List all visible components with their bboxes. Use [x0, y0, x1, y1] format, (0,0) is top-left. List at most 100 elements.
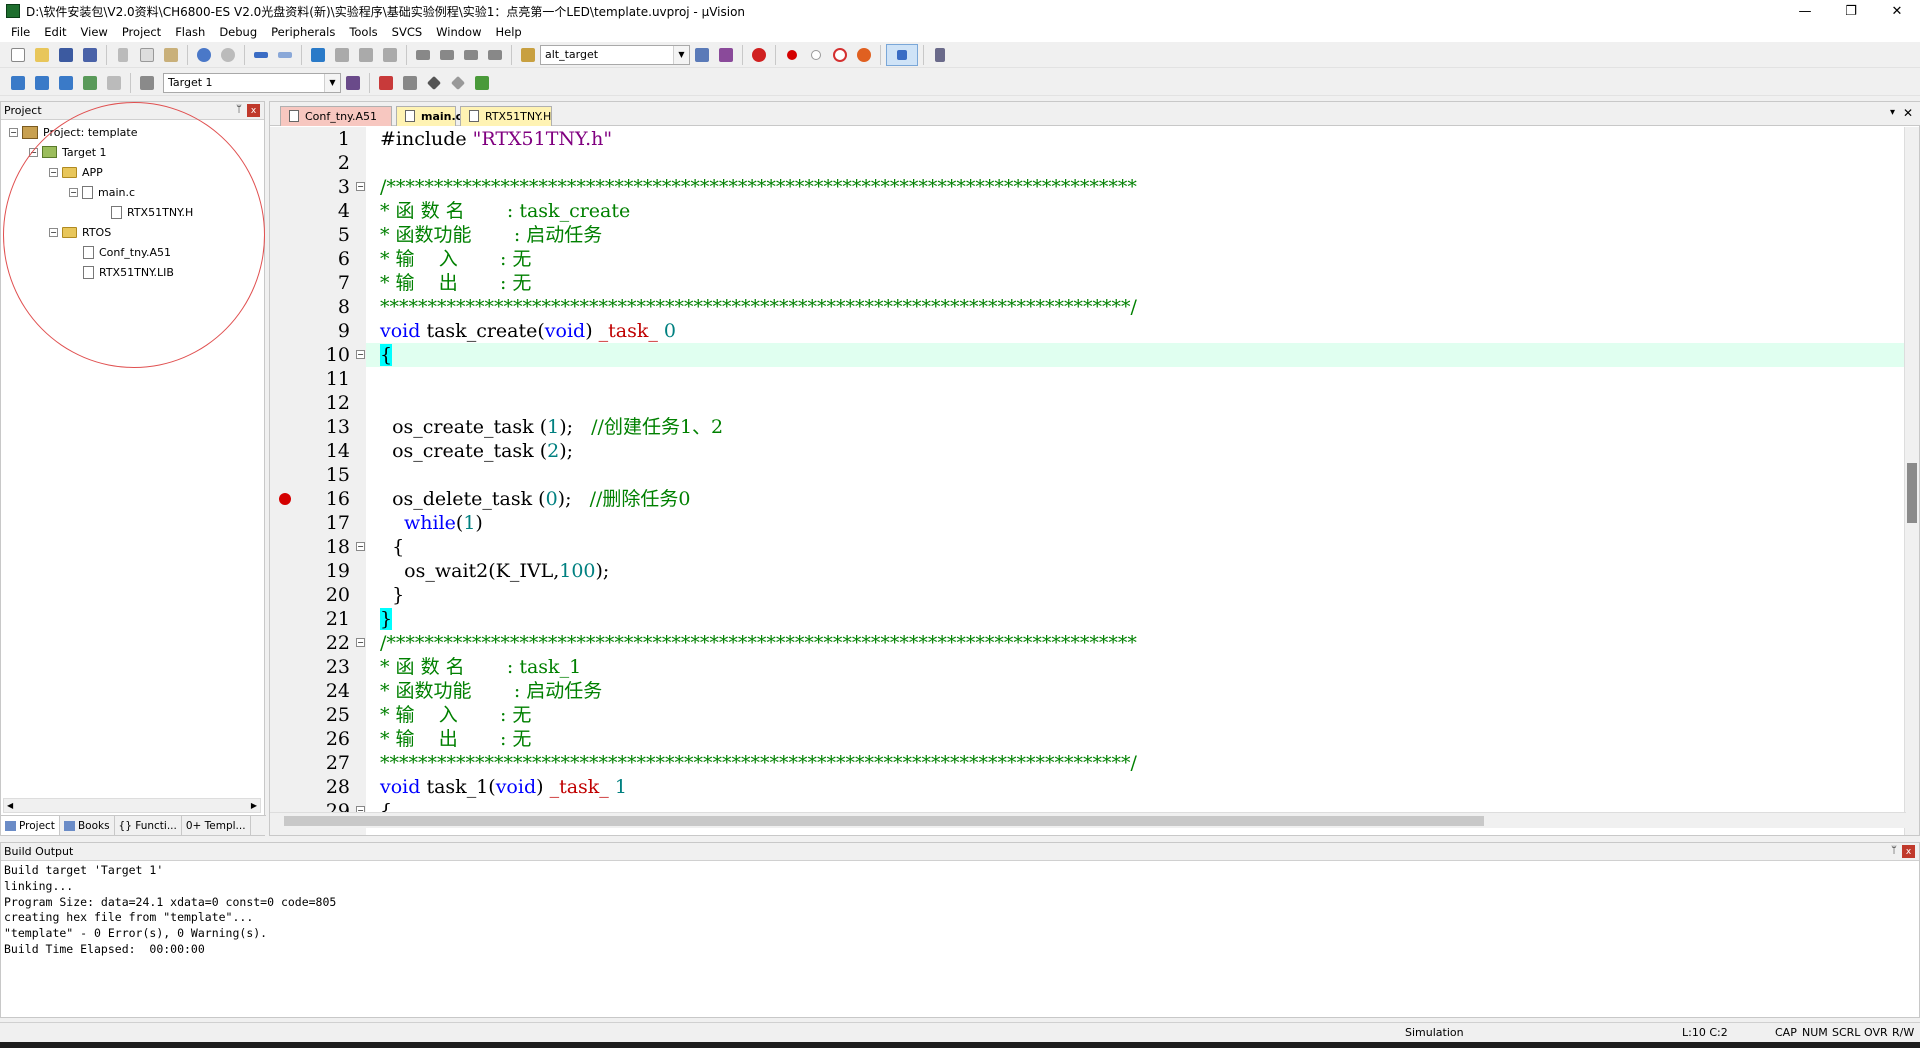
- batch-build-button[interactable]: [79, 72, 101, 94]
- stop-build-button[interactable]: [103, 72, 125, 94]
- incremental-find-button[interactable]: [715, 44, 737, 66]
- unindent-button[interactable]: [436, 44, 458, 66]
- minimize-button[interactable]: —: [1782, 0, 1828, 22]
- editor-vscrollbar[interactable]: [1904, 127, 1919, 835]
- project-icon: [22, 125, 38, 139]
- close-icon[interactable]: x: [247, 104, 260, 117]
- project-hscrollbar[interactable]: ◀ ▶: [3, 798, 261, 813]
- fold-toggle-icon[interactable]: −: [356, 638, 365, 647]
- chevron-down-icon[interactable]: ▼: [324, 73, 340, 92]
- menu-view[interactable]: View: [74, 25, 115, 39]
- paste-button[interactable]: [160, 44, 182, 66]
- bookmark-next-button[interactable]: [355, 44, 377, 66]
- scroll-thumb[interactable]: [284, 816, 1484, 826]
- tab-books[interactable]: Books: [60, 816, 115, 835]
- tab-templates[interactable]: 0+ Templ...: [182, 816, 251, 835]
- manage-project-items-button[interactable]: [375, 72, 397, 94]
- close-button[interactable]: ✕: [1874, 0, 1920, 22]
- menu-help[interactable]: Help: [489, 25, 529, 39]
- fold-toggle-icon[interactable]: −: [356, 182, 365, 191]
- nav-forward-button[interactable]: [274, 44, 296, 66]
- menu-edit[interactable]: Edit: [37, 25, 73, 39]
- bookmark-button[interactable]: [307, 44, 329, 66]
- close-tab-icon[interactable]: ✕: [1903, 106, 1913, 120]
- scroll-left-icon[interactable]: ◀: [7, 801, 13, 810]
- find-in-files-button[interactable]: [517, 44, 539, 66]
- rebuild-button[interactable]: [55, 72, 77, 94]
- comment-button[interactable]: [460, 44, 482, 66]
- menu-flash[interactable]: Flash: [168, 25, 212, 39]
- indent-button[interactable]: [412, 44, 434, 66]
- close-icon[interactable]: x: [1902, 845, 1915, 858]
- pin-icon[interactable]: ᛘ: [236, 104, 242, 115]
- code-line: * 函数功能 : 启动任务: [380, 224, 603, 246]
- fold-toggle-icon[interactable]: −: [356, 350, 365, 359]
- file-extensions-button[interactable]: [399, 72, 421, 94]
- disable-breakpoints-button[interactable]: [829, 44, 851, 66]
- menu-tools[interactable]: Tools: [342, 25, 384, 39]
- collapse-icon[interactable]: −: [9, 127, 18, 137]
- new-file-button[interactable]: [7, 44, 29, 66]
- menu-debug[interactable]: Debug: [212, 25, 264, 39]
- open-button[interactable]: [31, 44, 53, 66]
- line-number: 5: [337, 224, 350, 246]
- uncomment-button[interactable]: [484, 44, 506, 66]
- download-button[interactable]: [136, 72, 158, 94]
- nav-back-button[interactable]: [250, 44, 272, 66]
- scroll-right-icon[interactable]: ▶: [251, 801, 257, 810]
- build-button[interactable]: [31, 72, 53, 94]
- code-line: #include "RTX51TNY.h": [366, 127, 1906, 151]
- code-area[interactable]: #include "RTX51TNY.h" /*****************…: [366, 127, 1906, 812]
- window-layout-button[interactable]: [886, 43, 918, 66]
- line-number: 9: [337, 320, 350, 342]
- menu-file[interactable]: File: [4, 25, 37, 39]
- save-button[interactable]: [55, 44, 77, 66]
- bookmark-prev-button[interactable]: [331, 44, 353, 66]
- tab-list-dropdown-icon[interactable]: ▾: [1890, 107, 1895, 118]
- undo-button[interactable]: [193, 44, 215, 66]
- packs-icon: [426, 75, 442, 90]
- menu-svcs[interactable]: SVCS: [385, 25, 430, 39]
- copy-button[interactable]: [136, 44, 158, 66]
- debug-session-button[interactable]: [748, 44, 770, 66]
- target-combo[interactable]: Target 1 ▼: [163, 72, 341, 93]
- fold-toggle-icon[interactable]: −: [356, 542, 365, 551]
- tab-functions[interactable]: {} Functi...: [115, 816, 182, 835]
- find-button[interactable]: [691, 44, 713, 66]
- tab-label: {} Functi...: [118, 819, 177, 832]
- build-output-text[interactable]: Build target 'Target 1' linking... Progr…: [1, 861, 1919, 960]
- pin-icon[interactable]: ᛘ: [1891, 845, 1897, 856]
- bookmark-clear-button[interactable]: [379, 44, 401, 66]
- enable-breakpoint-button[interactable]: [805, 44, 827, 66]
- insert-breakpoint-button[interactable]: [781, 44, 803, 66]
- line-number-gutter[interactable]: 1 2 3− 4 5 6 7 8 9 10− 11 12 13 14 15 16…: [270, 127, 366, 835]
- code-line: /***************************************…: [380, 632, 1137, 654]
- tab-project[interactable]: Project: [1, 816, 60, 835]
- kill-breakpoints-button[interactable]: [853, 44, 875, 66]
- find-combo[interactable]: alt_target ▼: [540, 44, 690, 65]
- configure-button[interactable]: [929, 44, 951, 66]
- pack-installer-button[interactable]: [471, 72, 493, 94]
- redo-button[interactable]: [217, 44, 239, 66]
- cut-button[interactable]: [112, 44, 134, 66]
- manage-rte-button[interactable]: [447, 72, 469, 94]
- breakpoint-icon[interactable]: [279, 493, 291, 505]
- red-annotation-circle: [3, 102, 265, 368]
- target-options-button[interactable]: [342, 72, 364, 94]
- menu-peripherals[interactable]: Peripherals: [264, 25, 342, 39]
- line-number: 11: [325, 368, 350, 390]
- editor-hscrollbar[interactable]: [270, 812, 1906, 828]
- line-number: 2: [337, 152, 350, 174]
- menu-project[interactable]: Project: [115, 25, 168, 39]
- menu-window[interactable]: Window: [429, 25, 488, 39]
- chevron-down-icon[interactable]: ▼: [673, 45, 689, 64]
- translate-button[interactable]: [7, 72, 29, 94]
- tab-conf-a51[interactable]: Conf_tny.A51: [280, 106, 392, 126]
- scroll-thumb[interactable]: [1907, 463, 1917, 523]
- number-literal: 1: [608, 776, 627, 798]
- tab-rtx51tny-h[interactable]: RTX51TNY.H: [460, 106, 552, 126]
- save-all-button[interactable]: [79, 44, 101, 66]
- restore-button[interactable]: ❐: [1828, 0, 1874, 22]
- tab-main-c[interactable]: main.c: [396, 106, 462, 126]
- select-packs-button[interactable]: [423, 72, 445, 94]
